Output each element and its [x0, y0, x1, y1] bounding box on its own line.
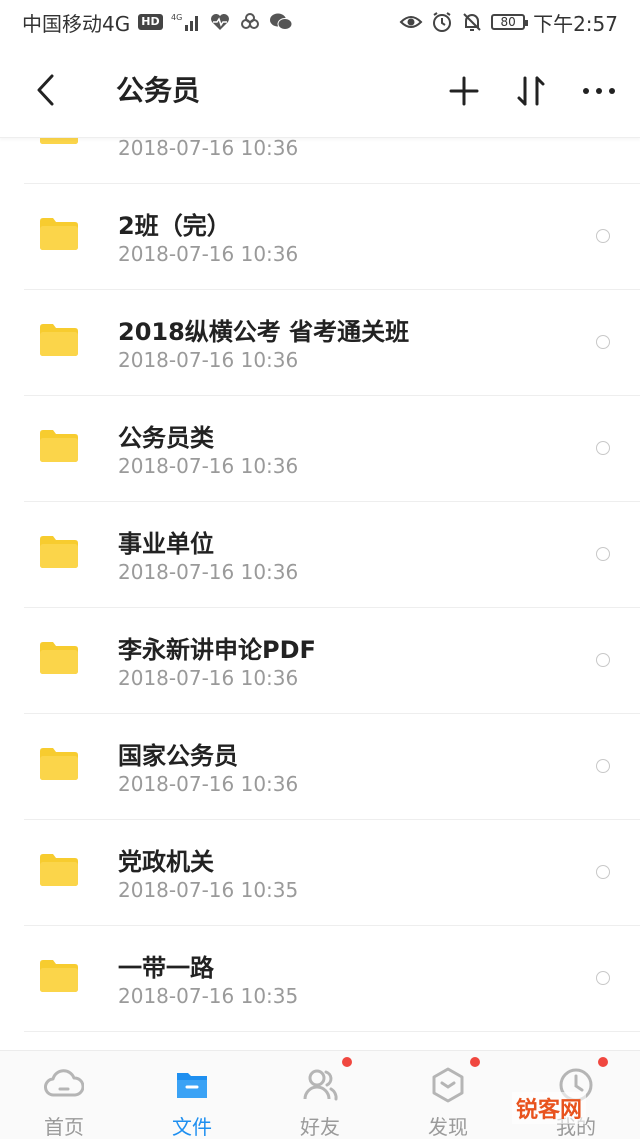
watermark-logo: 锐客网: [512, 1092, 587, 1124]
folder-icon: [40, 324, 78, 356]
file-name: 李永新讲申论PDF: [118, 636, 316, 664]
file-name: 事业单位: [118, 530, 214, 558]
file-row[interactable]: 公务员类 2018-07-16 10:36: [0, 396, 640, 502]
clock-text: 下午2:57: [533, 11, 618, 36]
discover-icon: [432, 1067, 464, 1103]
file-date: 2018-07-16 10:36: [118, 772, 299, 796]
discover-badge: [470, 1057, 480, 1067]
file-name: 一带一路: [118, 954, 214, 982]
top-bar: 公务员: [0, 44, 640, 138]
file-name: 党政机关: [118, 848, 214, 876]
add-button[interactable]: [443, 70, 485, 112]
svg-text:4G: 4G: [171, 13, 182, 22]
file-row[interactable]: 2018纵横公考 省考通关班 2018-07-16 10:36: [0, 290, 640, 396]
select-checkbox[interactable]: [596, 865, 610, 879]
row-divider: [24, 1031, 640, 1032]
nav-discover[interactable]: 发现: [384, 1051, 512, 1139]
file-date: 2018-07-16 10:36: [118, 560, 299, 584]
file-row[interactable]: 一带一路 2018-07-16 10:35: [0, 926, 640, 1032]
status-bar: 中国移动4G HD 4G 80 下午2:57: [0, 0, 640, 44]
file-date: 2018-07-16 10:36: [118, 454, 299, 478]
select-checkbox[interactable]: [596, 759, 610, 773]
health-heart-icon: [209, 12, 231, 32]
folder-icon: [40, 138, 78, 144]
folder-icon: [40, 854, 78, 886]
sort-icon: [517, 76, 545, 106]
file-name: 2018纵横公考 省考通关班: [118, 318, 410, 346]
friends-badge: [342, 1057, 352, 1067]
select-checkbox[interactable]: [596, 971, 610, 985]
status-left: 中国移动4G HD 4G: [22, 8, 293, 37]
select-checkbox[interactable]: [596, 653, 610, 667]
mine-badge: [598, 1057, 608, 1067]
file-name: 2班（完）: [118, 212, 231, 240]
file-list: 真题班讲义2018-07-16 10:362班（完）2018-07-16 10:…: [0, 138, 640, 1050]
nav-files[interactable]: 文件: [128, 1051, 256, 1139]
file-date: 2018-07-16 10:36: [118, 138, 299, 160]
select-checkbox[interactable]: [596, 335, 610, 349]
file-date: 2018-07-16 10:36: [118, 242, 299, 266]
back-button[interactable]: [28, 70, 64, 110]
nav-friends[interactable]: 好友: [256, 1051, 384, 1139]
wechat-icon: [269, 12, 293, 32]
more-button[interactable]: [578, 70, 620, 112]
file-name: 公务员类: [118, 424, 214, 452]
app-icon: [239, 12, 261, 32]
select-checkbox[interactable]: [596, 441, 610, 455]
file-date: 2018-07-16 10:35: [118, 984, 299, 1008]
file-row[interactable]: 国家公务员 2018-07-16 10:36: [0, 714, 640, 820]
hd-badge: HD: [138, 14, 163, 30]
nav-files-label: 文件: [172, 1115, 212, 1139]
file-row[interactable]: 李永新讲申论PDF 2018-07-16 10:36: [0, 608, 640, 714]
signal-icon: 4G: [171, 11, 201, 33]
friends-icon: [303, 1069, 338, 1101]
more-dots-icon: [583, 88, 615, 94]
eye-icon: [399, 12, 423, 32]
folder-icon: [40, 960, 78, 992]
folder-icon: [40, 748, 78, 780]
battery-icon: 80: [491, 14, 529, 30]
file-row[interactable]: 2班（完） 2018-07-16 10:36: [0, 184, 640, 290]
file-row[interactable]: 党政机关 2018-07-16 10:35: [0, 820, 640, 926]
select-checkbox[interactable]: [596, 547, 610, 561]
status-right: 80 下午2:57: [399, 8, 618, 37]
alarm-icon: [431, 11, 453, 33]
file-date: 2018-07-16 10:36: [118, 348, 299, 372]
folder-icon: [40, 536, 78, 568]
file-row[interactable]: 真题班讲义2018-07-16 10:36: [0, 138, 640, 184]
folder-icon: [40, 430, 78, 462]
folder-icon: [40, 642, 78, 674]
file-name: 国家公务员: [118, 742, 238, 770]
file-date: 2018-07-16 10:35: [118, 878, 299, 902]
page-title: 公务员: [116, 74, 201, 107]
carrier-text: 中国移动4G: [22, 11, 131, 36]
file-date: 2018-07-16 10:36: [118, 666, 299, 690]
mute-bell-icon: [461, 11, 483, 33]
folder-icon: [40, 218, 78, 250]
file-row[interactable]: 事业单位 2018-07-16 10:36: [0, 502, 640, 608]
sort-button[interactable]: [510, 70, 552, 112]
nav-friends-label: 好友: [300, 1115, 340, 1139]
plus-icon: [449, 76, 479, 106]
nav-discover-label: 发现: [428, 1115, 468, 1139]
nav-home[interactable]: 首页: [0, 1051, 128, 1139]
cloud-icon: [44, 1069, 84, 1097]
nav-home-label: 首页: [44, 1115, 84, 1139]
folder-icon: [177, 1073, 207, 1098]
chevron-left-icon: [37, 74, 54, 106]
select-checkbox[interactable]: [596, 229, 610, 243]
